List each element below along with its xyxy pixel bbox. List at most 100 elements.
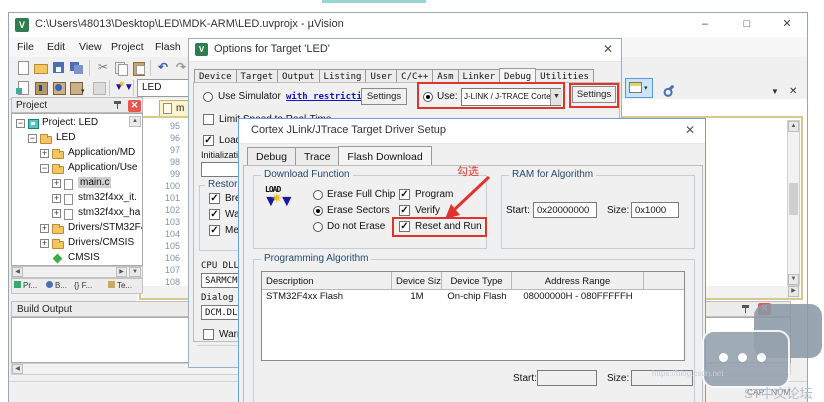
menu-file[interactable]: File bbox=[17, 41, 34, 53]
scroll-left-icon[interactable]: ◀ bbox=[12, 364, 23, 374]
pin-icon[interactable] bbox=[742, 304, 750, 314]
paste-icon[interactable] bbox=[131, 60, 147, 76]
ram-start-field[interactable]: 0x20000000 bbox=[533, 202, 597, 218]
do-not-erase-label: Do not Erase bbox=[327, 221, 385, 232]
scroll-up-icon[interactable]: ▲ bbox=[788, 121, 799, 132]
restore-memory-label: Me bbox=[225, 225, 239, 236]
copy-icon[interactable] bbox=[113, 60, 129, 76]
scroll-thumb[interactable] bbox=[789, 183, 798, 215]
programming-algorithm-table[interactable]: Description Device Size Device Type Addr… bbox=[261, 271, 685, 361]
screenshot-root: V C:\Users\48013\Desktop\LED\MDK-ARM\LED… bbox=[0, 0, 824, 402]
tab-templates[interactable]: Te... bbox=[108, 281, 132, 290]
use-driver-radio[interactable] bbox=[423, 92, 433, 102]
build-icon[interactable] bbox=[33, 80, 49, 96]
load-app-checkbox[interactable] bbox=[203, 135, 214, 146]
panel-close-icon[interactable]: ✕ bbox=[128, 100, 141, 112]
erase-full-chip-radio[interactable] bbox=[313, 190, 323, 200]
load-icon: LOAD ▼▼ ✷ bbox=[263, 185, 297, 223]
rebuild-icon[interactable] bbox=[51, 80, 67, 96]
erase-sectors-label: Erase Sectors bbox=[327, 205, 390, 216]
menu-view[interactable]: View bbox=[79, 41, 102, 53]
build-output-title: Build Output bbox=[17, 304, 72, 315]
menu-edit[interactable]: Edit bbox=[47, 41, 65, 53]
new-file-icon[interactable] bbox=[15, 60, 31, 76]
file-icon bbox=[64, 194, 73, 205]
editor-menu-caret-icon[interactable]: ▼ bbox=[771, 87, 779, 96]
restore-breakpoints-checkbox[interactable] bbox=[209, 193, 220, 204]
tab-flash-download[interactable]: Flash Download bbox=[338, 146, 431, 167]
cut-icon[interactable]: ✂ bbox=[95, 60, 111, 76]
tab-debug[interactable]: Debug bbox=[247, 147, 296, 167]
file-icon bbox=[163, 103, 172, 114]
verify-checkbox[interactable] bbox=[399, 205, 410, 216]
tab-trace[interactable]: Trace bbox=[295, 147, 339, 167]
editor-close-icon[interactable]: ✕ bbox=[789, 86, 797, 97]
target-icon bbox=[28, 119, 39, 129]
window-layout-icon-strip bbox=[630, 83, 641, 86]
warn-checkbox[interactable] bbox=[203, 329, 214, 340]
prog-start-field[interactable] bbox=[537, 370, 597, 386]
undo-icon[interactable]: ↶ bbox=[155, 60, 171, 76]
tree-scroll-up-icon[interactable]: ▲ bbox=[129, 116, 141, 127]
minimize-icon[interactable]: – bbox=[685, 13, 725, 37]
window-title: C:\Users\48013\Desktop\LED\MDK-ARM\LED.u… bbox=[35, 18, 344, 30]
folder-icon bbox=[40, 136, 52, 144]
erase-full-chip-label: Erase Full Chip bbox=[327, 189, 395, 200]
editor-tab-label: m bbox=[176, 103, 184, 114]
translate-icon[interactable] bbox=[15, 80, 31, 96]
close-icon[interactable]: ✕ bbox=[685, 123, 695, 137]
menu-project[interactable]: Project bbox=[111, 41, 144, 53]
pin-icon[interactable] bbox=[114, 100, 122, 110]
folder-icon bbox=[52, 151, 64, 159]
save-all-icon[interactable] bbox=[69, 60, 85, 76]
panel-tab-bar: Pr... B... {} F... Te... bbox=[11, 278, 143, 294]
close-icon[interactable]: ✕ bbox=[767, 13, 807, 37]
tab-functions[interactable]: {} F... bbox=[74, 281, 92, 290]
jlink-dialog-titlebar: Cortex JLink/JTrace Target Driver Setup … bbox=[239, 119, 705, 144]
options-tab-bar: DeviceTargetOutputListingUserC/C++AsmLin… bbox=[194, 64, 620, 83]
load-download-icon[interactable]: ▼▼✷ bbox=[113, 80, 129, 96]
simulator-settings-button[interactable]: Settings bbox=[361, 88, 407, 105]
file-icon bbox=[64, 209, 73, 220]
jlink-tab-bar: DebugTraceFlash Download bbox=[247, 146, 431, 167]
ram-size-field[interactable]: 0x1000 bbox=[631, 202, 679, 218]
window-layout-button[interactable]: ▾ bbox=[625, 78, 653, 98]
do-not-erase-radio[interactable] bbox=[313, 222, 323, 232]
project-panel: Project ✕ −Project: LED −LED +Applicatio… bbox=[11, 97, 143, 297]
scroll-left-icon[interactable]: ◀ bbox=[12, 267, 23, 277]
tree-hscrollbar[interactable]: ◀ ▶ ▼ bbox=[11, 266, 143, 278]
scroll-down-icon[interactable]: ▼ bbox=[129, 267, 141, 277]
uvision-icon: V bbox=[195, 43, 208, 56]
save-icon[interactable] bbox=[51, 60, 67, 76]
restore-memory-checkbox[interactable] bbox=[209, 225, 220, 236]
close-icon[interactable]: ✕ bbox=[603, 42, 613, 56]
wrench-icon[interactable] bbox=[661, 81, 677, 97]
erase-sectors-radio[interactable] bbox=[313, 206, 323, 216]
maximize-icon[interactable]: □ bbox=[727, 13, 767, 37]
target-select[interactable]: LED bbox=[137, 79, 195, 97]
project-panel-title: Project bbox=[16, 100, 47, 111]
open-folder-icon[interactable] bbox=[33, 60, 49, 76]
limit-speed-checkbox[interactable] bbox=[203, 114, 214, 125]
driver-select[interactable]: J-LINK / J-TRACE Cortex ▼ bbox=[461, 88, 561, 106]
scroll-down-icon[interactable]: ▼ bbox=[788, 274, 799, 285]
status-cap: CAP bbox=[747, 387, 764, 397]
prog-start-label: Start: bbox=[513, 373, 537, 384]
ram-size-label: Size: bbox=[607, 205, 629, 216]
use-simulator-radio[interactable] bbox=[203, 92, 213, 102]
driver-settings-button[interactable]: Settings bbox=[572, 86, 616, 103]
panel-close-icon[interactable]: ✕ bbox=[758, 303, 771, 315]
editor-vscrollbar[interactable]: ▲ ▼ bbox=[787, 120, 800, 286]
program-checkbox[interactable] bbox=[399, 189, 410, 200]
menu-flash[interactable]: Flash bbox=[155, 41, 181, 53]
restore-watch-checkbox[interactable] bbox=[209, 209, 220, 220]
scroll-right-icon[interactable]: ▶ bbox=[788, 286, 799, 297]
scroll-right-icon[interactable]: ▶ bbox=[116, 267, 127, 277]
redo-icon[interactable]: ↷ bbox=[173, 60, 189, 76]
batch-build-icon[interactable]: ▾ bbox=[69, 80, 85, 96]
prog-size-field[interactable] bbox=[631, 370, 693, 386]
tab-books[interactable]: B... bbox=[46, 281, 67, 290]
prog-size-label: Size: bbox=[607, 373, 629, 384]
tab-project[interactable]: Pr... bbox=[14, 281, 37, 290]
table-row[interactable]: STM32F4xx Flash 1M On-chip Flash 0800000… bbox=[262, 290, 684, 305]
